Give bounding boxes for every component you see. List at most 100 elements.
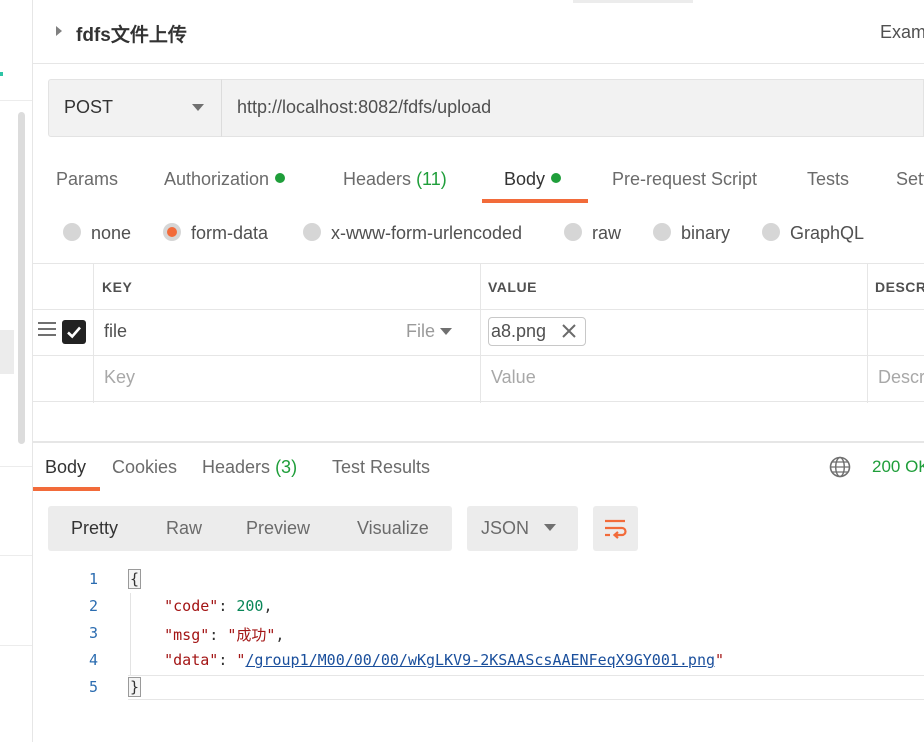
active-tab-indicator [482, 199, 588, 203]
status-dot-icon [551, 173, 562, 183]
request-name[interactable]: fdfs文件上传 [76, 20, 187, 47]
sidebar-divider [0, 645, 32, 646]
code-line[interactable]: "msg": "成功", [128, 624, 284, 645]
status-dot-icon [275, 173, 286, 183]
view-mode-pretty[interactable]: Pretty [71, 518, 118, 539]
radio-x-www-form-urlencoded[interactable]: x-www-form-urlencoded [303, 223, 522, 244]
tab-headers-label: Headers [343, 169, 412, 189]
active-tab-indicator [33, 487, 100, 491]
radio-label: binary [681, 223, 731, 243]
sidebar-divider [0, 466, 32, 467]
wrap-lines-button[interactable] [593, 506, 638, 551]
key-type-select[interactable]: File [406, 321, 435, 342]
table-divider [867, 264, 868, 403]
column-header-description: DESCR [875, 279, 924, 295]
active-line-highlight [128, 675, 924, 700]
tab-params[interactable]: Params [56, 169, 118, 190]
radio-raw[interactable]: raw [564, 223, 621, 244]
line-number: 1 [88, 570, 98, 588]
view-mode-raw[interactable]: Raw [166, 518, 202, 539]
sidebar-selected-item[interactable] [0, 330, 14, 374]
chevron-down-icon [544, 524, 556, 531]
table-divider [33, 309, 924, 310]
line-number: 5 [88, 678, 98, 696]
radio-label: x-www-form-urlencoded [331, 223, 523, 243]
code-line[interactable]: } [128, 677, 142, 697]
tab-settings[interactable]: Sett [896, 169, 924, 190]
radio-label: GraphQL [790, 223, 865, 243]
radio-circle-icon [653, 223, 671, 241]
row-key[interactable]: file [104, 321, 127, 342]
line-number: 3 [88, 624, 98, 642]
table-divider [33, 355, 924, 356]
radio-circle-icon [63, 223, 81, 241]
collections-sidebar [0, 0, 33, 742]
json-close-brace: } [128, 677, 142, 697]
format-label: JSON [481, 518, 530, 538]
globe-icon[interactable] [829, 456, 851, 478]
radio-form-data[interactable]: form-data [163, 223, 268, 244]
view-mode-visualize[interactable]: Visualize [357, 518, 429, 539]
file-name: a8.png [491, 321, 547, 341]
table-divider [480, 264, 481, 403]
examples-link[interactable]: Exam [880, 22, 924, 43]
sidebar-scrollbar[interactable] [18, 112, 25, 444]
column-header-value: VALUE [488, 279, 537, 295]
expand-caret-icon[interactable] [56, 26, 62, 36]
row-enabled-checkbox[interactable] [62, 320, 86, 344]
drag-handle-icon[interactable] [38, 322, 56, 338]
response-status[interactable]: 200 OK [872, 457, 924, 477]
radio-label: form-data [191, 223, 269, 243]
sidebar-divider [0, 555, 32, 556]
radio-binary[interactable]: binary [653, 223, 730, 244]
json-open-brace: { [128, 569, 142, 589]
table-divider [93, 264, 94, 403]
tab-headers[interactable]: Headers (11) [343, 169, 447, 190]
response-tab-cookies[interactable]: Cookies [112, 457, 177, 478]
radio-circle-icon [303, 223, 321, 241]
radio-circle-icon [762, 223, 780, 241]
radio-graphql[interactable]: GraphQL [762, 223, 864, 244]
new-value-input[interactable]: Value [491, 367, 536, 388]
tab-authorization-label: Authorization [164, 169, 270, 189]
json-key: "msg" [164, 626, 210, 644]
radio-selected-icon [163, 223, 181, 241]
response-tab-test-results[interactable]: Test Results [332, 457, 430, 478]
new-description-input[interactable]: Descr [878, 367, 924, 388]
line-number: 2 [88, 597, 98, 615]
tab-body[interactable]: Body [504, 169, 562, 190]
form-data-table [33, 263, 924, 403]
radio-label: none [91, 223, 132, 243]
code-line[interactable]: "data": "/group1/M00/00/00/wKgLKV9-2KSAA… [128, 651, 724, 669]
tab-tests[interactable]: Tests [807, 169, 849, 190]
line-number: 4 [88, 651, 98, 669]
wrap-lines-icon [605, 519, 627, 539]
chevron-down-icon [192, 104, 204, 111]
sidebar-divider [0, 100, 32, 101]
chevron-down-icon [440, 328, 452, 335]
json-number: 200 [236, 597, 264, 615]
column-header-key: KEY [102, 279, 133, 295]
radio-label: raw [592, 223, 622, 243]
tab-strip-edge [573, 0, 693, 3]
json-string: "成功" [227, 626, 276, 644]
json-key: "code" [164, 597, 219, 615]
tab-authorization[interactable]: Authorization [164, 169, 286, 190]
code-line[interactable]: { [128, 569, 142, 589]
json-key: "data" [164, 651, 219, 669]
new-key-input[interactable]: Key [104, 367, 135, 388]
tab-prerequest-script[interactable]: Pre-request Script [612, 169, 757, 190]
sidebar-indicator [0, 72, 3, 76]
remove-file-icon[interactable] [560, 322, 578, 340]
code-line[interactable]: "code": 200, [128, 597, 272, 615]
view-mode-preview[interactable]: Preview [246, 518, 310, 539]
tab-body-label: Body [504, 169, 546, 189]
response-divider[interactable] [33, 441, 924, 443]
json-url-link[interactable]: /group1/M00/00/00/wKgLKV9-2KSAAScsAAENFe… [245, 651, 715, 669]
response-headers-count: (3) [275, 457, 298, 477]
url-text: http://localhost:8082/fdfs/upload [237, 97, 492, 117]
response-tab-body[interactable]: Body [45, 457, 86, 478]
response-tab-headers[interactable]: Headers (3) [202, 457, 297, 478]
radio-circle-icon [564, 223, 582, 241]
radio-none[interactable]: none [63, 223, 131, 244]
